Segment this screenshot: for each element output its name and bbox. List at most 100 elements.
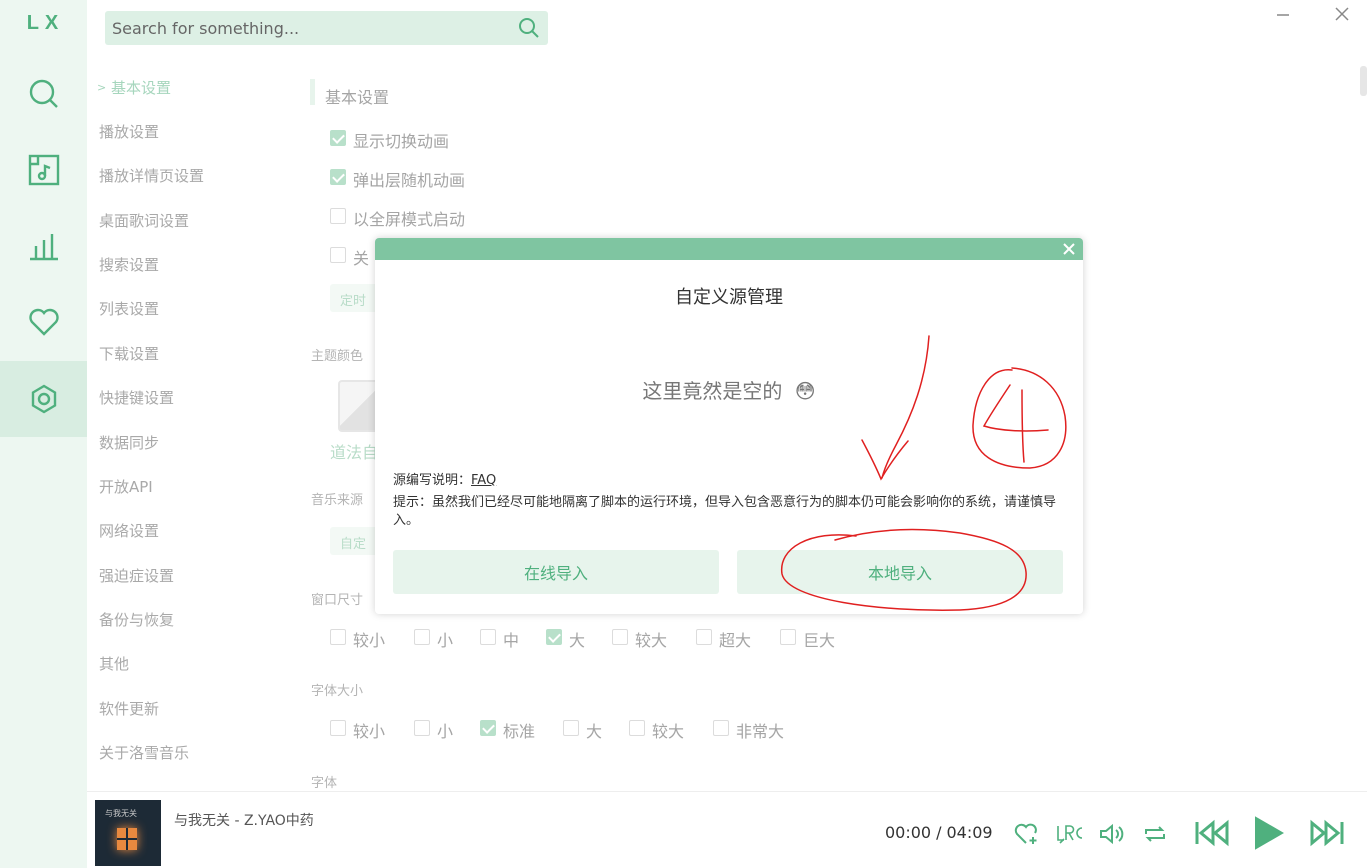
- font-label: 字体: [311, 776, 338, 791]
- search-icon: [29, 79, 58, 108]
- radio-window-size[interactable]: [612, 629, 628, 645]
- radio-font-size[interactable]: [629, 720, 645, 736]
- previous-button[interactable]: [1192, 816, 1232, 850]
- play-button[interactable]: [1250, 814, 1286, 852]
- font-size-label: 字体大小: [311, 684, 364, 699]
- radio-window-size[interactable]: [696, 629, 712, 645]
- option-label: 较小: [353, 631, 386, 650]
- menu-item-play[interactable]: 播放设置: [99, 121, 159, 142]
- app-logo: LX: [26, 12, 65, 34]
- empty-text: 这里竟然是空的: [642, 379, 783, 403]
- menu-item-update[interactable]: 软件更新: [99, 698, 159, 719]
- nav-charts[interactable]: [0, 208, 87, 284]
- menu-item-network[interactable]: 网络设置: [99, 520, 159, 541]
- dialog-close-icon[interactable]: [1061, 241, 1077, 257]
- search-input[interactable]: [105, 11, 510, 45]
- radio-window-size[interactable]: [330, 629, 346, 645]
- checkbox-label: 关: [353, 249, 370, 268]
- chart-icon: [29, 234, 58, 261]
- checkbox-close[interactable]: [330, 247, 346, 263]
- option-label: 大: [586, 722, 603, 741]
- menu-item-desktop-lyric[interactable]: 桌面歌词设置: [99, 210, 189, 231]
- current-time: 00:00: [885, 823, 932, 842]
- time-separator: /: [936, 823, 942, 842]
- menu-item-sync[interactable]: 数据同步: [99, 432, 159, 453]
- repeat-button[interactable]: [1140, 820, 1170, 848]
- checkbox-random-anim[interactable]: [330, 169, 346, 185]
- volume-button[interactable]: [1098, 820, 1128, 848]
- nav-search[interactable]: [0, 56, 87, 132]
- option-label: 较大: [652, 722, 685, 741]
- minimize-button[interactable]: [1271, 4, 1295, 24]
- close-icon: [1335, 7, 1349, 21]
- custom-source-dialog: 自定义源管理 这里竟然是空的 😳 源编写说明：FAQ 提示：虽然我们已经尽可能地…: [375, 238, 1083, 614]
- radio-window-size[interactable]: [414, 629, 430, 645]
- option-label: 大: [569, 631, 586, 650]
- player-bar: 与我无关 与我无关 - Z.YAO中药 00:00/04:09: [87, 791, 1367, 868]
- menu-item-about[interactable]: 关于洛雪音乐: [99, 742, 189, 763]
- radio-window-size[interactable]: [546, 629, 562, 645]
- theme-caption: 道法自: [330, 443, 379, 462]
- local-import-button[interactable]: 本地导入: [737, 550, 1063, 594]
- nav-settings[interactable]: [0, 361, 87, 437]
- radio-font-size[interactable]: [563, 720, 579, 736]
- previous-icon: [1195, 819, 1229, 847]
- dialog-header: [375, 238, 1083, 260]
- section-bar: [310, 79, 315, 105]
- menu-item-hotkey[interactable]: 快捷键设置: [99, 387, 174, 408]
- radio-font-size[interactable]: [713, 720, 729, 736]
- settings-icon: [31, 384, 56, 414]
- cover-text: 与我无关: [105, 809, 137, 818]
- total-time: 04:09: [946, 823, 993, 842]
- time-display: 00:00/04:09: [885, 823, 993, 842]
- radio-window-size[interactable]: [480, 629, 496, 645]
- nav-library[interactable]: [0, 132, 87, 208]
- menu-item-basic[interactable]: 基本设置: [111, 77, 171, 98]
- menu-item-search[interactable]: 搜索设置: [99, 254, 159, 275]
- radio-font-size[interactable]: [480, 720, 496, 736]
- option-label: 较小: [353, 722, 386, 741]
- left-rail: LX: [0, 0, 87, 868]
- settings-menu: > 基本设置 播放设置 播放详情页设置 桌面歌词设置 搜索设置 列表设置 下载设…: [87, 63, 288, 791]
- menu-item-other[interactable]: 其他: [99, 653, 129, 674]
- chevron-right-icon: >: [97, 81, 107, 94]
- favorite-add-button[interactable]: [1013, 820, 1041, 848]
- checkbox-switch-anim[interactable]: [330, 130, 346, 146]
- option-label: 非常大: [736, 722, 785, 741]
- option-label: 小: [437, 722, 454, 741]
- song-title[interactable]: 与我无关 - Z.YAO中药: [174, 810, 314, 830]
- desktop-lyric-button[interactable]: [1055, 820, 1085, 848]
- menu-item-backup[interactable]: 备份与恢复: [99, 609, 174, 630]
- search-button-icon[interactable]: [518, 17, 540, 39]
- option-label: 较大: [635, 631, 668, 650]
- faq-link[interactable]: FAQ: [471, 473, 496, 488]
- radio-window-size[interactable]: [780, 629, 796, 645]
- option-label: 巨大: [803, 631, 836, 650]
- scrollbar-thumb[interactable]: [1360, 66, 1367, 96]
- nav-favorites[interactable]: [0, 284, 87, 360]
- menu-item-odc[interactable]: 强迫症设置: [99, 565, 174, 586]
- minimize-icon: [1277, 14, 1289, 16]
- album-cover[interactable]: 与我无关: [95, 800, 161, 866]
- next-icon: [1310, 819, 1344, 847]
- volume-icon: [1100, 823, 1124, 845]
- radio-font-size[interactable]: [330, 720, 346, 736]
- cover-window-art: [117, 828, 137, 850]
- scrollbar[interactable]: [1357, 63, 1367, 791]
- menu-item-list[interactable]: 列表设置: [99, 298, 159, 319]
- close-window-button[interactable]: [1330, 4, 1354, 24]
- warning-tip: 提示：虽然我们已经尽可能地隔离了脚本的运行环境，但导入包含恶意行为的脚本仍可能会…: [393, 495, 1057, 528]
- menu-item-play-detail[interactable]: 播放详情页设置: [99, 165, 204, 186]
- next-button[interactable]: [1307, 816, 1347, 850]
- checkbox-label: 显示切换动画: [353, 132, 450, 151]
- online-import-button[interactable]: 在线导入: [393, 550, 719, 594]
- surprised-emoji-icon: 😳: [794, 379, 816, 403]
- menu-item-open-api[interactable]: 开放API: [99, 476, 153, 497]
- heart-add-icon: [1014, 823, 1037, 844]
- faq-line: 源编写说明：FAQ: [393, 469, 496, 488]
- menu-item-download[interactable]: 下载设置: [99, 343, 159, 364]
- source-label: 音乐来源: [311, 493, 364, 508]
- repeat-icon: [1145, 826, 1165, 842]
- checkbox-fullscreen[interactable]: [330, 208, 346, 224]
- radio-font-size[interactable]: [414, 720, 430, 736]
